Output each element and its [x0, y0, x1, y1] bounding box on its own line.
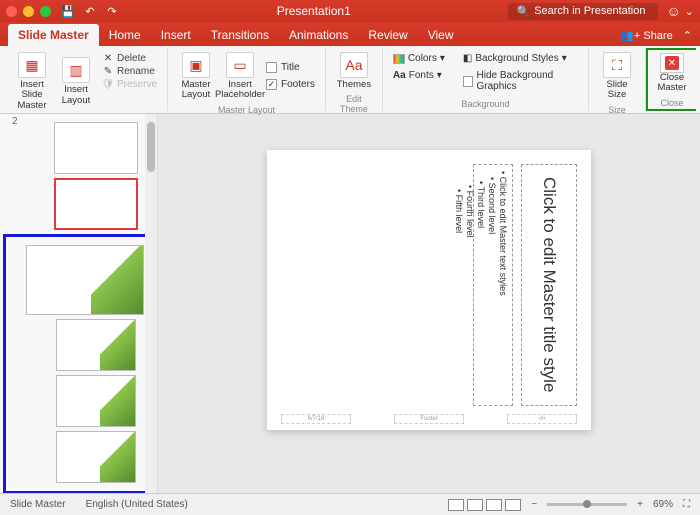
insert-placeholder-button[interactable]: ▭ Insert Placeholder	[218, 50, 262, 103]
window-controls	[6, 6, 51, 17]
preserve-button[interactable]: 🛡Preserve	[102, 78, 157, 90]
rename-button[interactable]: ✎Rename	[102, 65, 157, 77]
feedback-icon[interactable]: ☺	[666, 3, 680, 19]
tab-home[interactable]: Home	[99, 24, 151, 46]
footer-placeholder[interactable]: Footer	[394, 414, 464, 424]
ribbon-collapse-icon[interactable]: ⌃	[683, 29, 692, 42]
status-mode: Slide Master	[10, 499, 66, 510]
bg-styles-icon: ◧	[463, 53, 472, 64]
background-group-label: Background	[389, 97, 582, 109]
close-group-label: Close	[650, 96, 694, 108]
slide-canvas[interactable]: Click to edit Master title style • Click…	[267, 150, 591, 430]
view-reading-button[interactable]	[486, 499, 502, 511]
body-placeholder[interactable]: • Click to edit Master text styles • Sec…	[473, 164, 513, 406]
zoom-out-button[interactable]: −	[531, 499, 537, 510]
status-language[interactable]: English (United States)	[86, 499, 188, 510]
slide-size-icon: ⛶	[603, 52, 631, 78]
view-normal-button[interactable]	[448, 499, 464, 511]
master-thumb-2[interactable]	[26, 245, 144, 315]
slide-master-icon: ▦	[18, 52, 46, 78]
tab-slide-master[interactable]: Slide Master	[8, 24, 99, 46]
thumb-scrollbar[interactable]	[145, 114, 157, 493]
ribbon: ▦ Insert Slide Master ▥ Insert Layout ✕D…	[0, 46, 700, 114]
preserve-icon: 🛡	[102, 78, 114, 90]
delete-icon: ✕	[102, 52, 114, 64]
title-placeholder[interactable]: Click to edit Master title style	[521, 164, 577, 406]
layout-icon: ▥	[62, 57, 90, 83]
redo-icon[interactable]: ↷	[105, 4, 119, 18]
close-icon: ✕	[660, 53, 684, 73]
master-layout-group-label: Master Layout	[174, 103, 319, 115]
delete-button[interactable]: ✕Delete	[102, 52, 157, 64]
status-bar: Slide Master English (United States) − +…	[0, 493, 700, 515]
minimize-window-button[interactable]	[23, 6, 34, 17]
tab-insert[interactable]: Insert	[151, 24, 201, 46]
layout-thumb-1[interactable]	[54, 122, 138, 174]
hide-bg-checkbox[interactable]: Hide Background Graphics	[463, 69, 578, 93]
theme-set-2: 2	[3, 234, 154, 493]
undo-icon[interactable]: ↶	[83, 4, 97, 18]
layout-thumb-2b[interactable]	[56, 375, 136, 427]
tab-review[interactable]: Review	[358, 24, 417, 46]
rename-icon: ✎	[102, 65, 114, 77]
ribbon-tabs: Slide Master Home Insert Transitions Ani…	[0, 22, 700, 46]
quick-access-toolbar: 💾 ↶ ↷	[61, 4, 119, 18]
document-title: Presentation1	[119, 4, 508, 18]
layout-thumb-2-selected[interactable]	[54, 178, 138, 230]
master-layout-button[interactable]: ▣ Master Layout	[174, 50, 218, 103]
close-master-button[interactable]: ✕ Close Master	[650, 51, 694, 96]
insert-layout-button[interactable]: ▥ Insert Layout	[54, 50, 98, 113]
tab-transitions[interactable]: Transitions	[201, 24, 279, 46]
tab-animations[interactable]: Animations	[279, 24, 358, 46]
zoom-level[interactable]: 69%	[653, 499, 673, 510]
edit-theme-group-label: Edit Theme	[332, 92, 376, 114]
toolbar-chevron-icon[interactable]: ⌄	[685, 5, 694, 18]
thumbnail-pane: 2	[0, 114, 158, 493]
fonts-dropdown[interactable]: AaFonts ▾	[393, 69, 445, 82]
share-button[interactable]: 👥+ Share	[620, 29, 673, 42]
view-slideshow-button[interactable]	[505, 499, 521, 511]
titlebar: 💾 ↶ ↷ Presentation1 🔍 Search in Presenta…	[0, 0, 700, 22]
slide-editor: Click to edit Master title style • Click…	[158, 114, 700, 493]
layout-thumb-2c[interactable]	[56, 431, 136, 483]
colors-icon	[393, 54, 405, 64]
fonts-icon: Aa	[393, 70, 406, 81]
maximize-window-button[interactable]	[40, 6, 51, 17]
background-styles-dropdown[interactable]: ◧Background Styles ▾	[463, 52, 578, 65]
close-window-button[interactable]	[6, 6, 17, 17]
footers-checkbox[interactable]: ✓Footers	[266, 78, 315, 91]
title-checkbox[interactable]: Title	[266, 61, 315, 74]
search-icon: 🔍	[516, 5, 530, 18]
slide-size-button[interactable]: ⛶ Slide Size	[595, 50, 639, 103]
view-sorter-button[interactable]	[467, 499, 483, 511]
fit-to-window-button[interactable]: ⛶	[683, 499, 690, 510]
master-layout-icon: ▣	[182, 52, 210, 78]
main-area: 2 Click to edit Master title style • Cli…	[0, 114, 700, 493]
themes-icon: Aa	[340, 52, 368, 78]
zoom-in-button[interactable]: +	[637, 499, 643, 510]
search-input[interactable]: 🔍 Search in Presentation	[508, 3, 658, 20]
insert-slide-master-button[interactable]: ▦ Insert Slide Master	[10, 50, 54, 113]
set-number: 2	[12, 116, 18, 127]
date-placeholder[interactable]: 6/7/18	[281, 414, 351, 424]
slidenum-placeholder[interactable]: ‹#›	[507, 414, 577, 424]
search-placeholder: Search in Presentation	[534, 5, 645, 17]
tab-view[interactable]: View	[418, 24, 464, 46]
placeholder-icon: ▭	[226, 52, 254, 78]
colors-dropdown[interactable]: Colors ▾	[393, 52, 445, 65]
layout-thumb-2a[interactable]	[56, 319, 136, 371]
size-group-label: Size	[595, 103, 639, 115]
save-icon[interactable]: 💾	[61, 4, 75, 18]
zoom-slider[interactable]	[547, 503, 627, 506]
themes-button[interactable]: Aa Themes	[332, 50, 376, 92]
